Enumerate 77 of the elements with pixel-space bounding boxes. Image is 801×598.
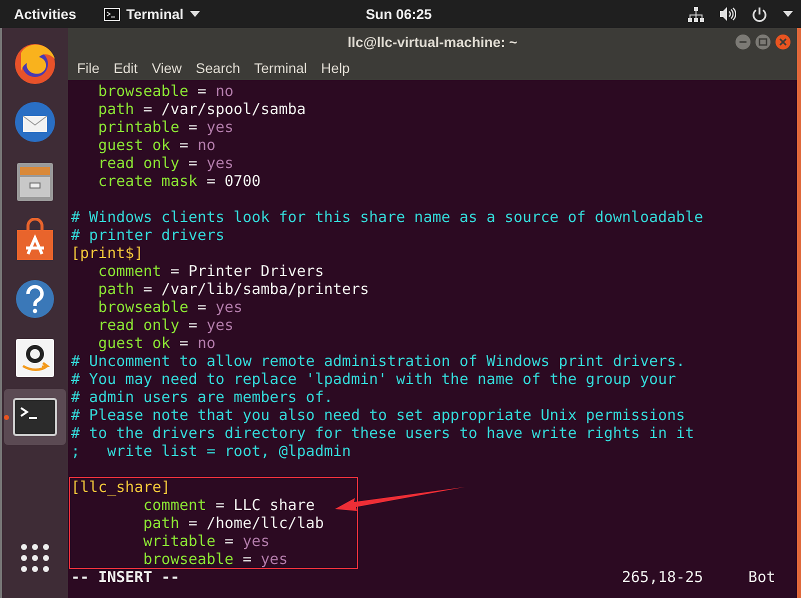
code-text: = (178, 334, 190, 352)
code-text: browseable (97, 82, 188, 100)
code-text: # to the drivers directory for these users to have write rights in it (71, 424, 694, 442)
code-text: = (178, 136, 190, 154)
code-text: = /var/lib/samba/printers (142, 280, 370, 298)
menu-item[interactable]: Edit (106, 60, 145, 76)
code-text: yes (242, 532, 270, 550)
code-text: path (97, 280, 134, 298)
code-text: comment (97, 262, 162, 280)
code-text: browseable (97, 298, 188, 316)
code-text: # admin users are members of. (71, 388, 333, 406)
code-text: # printer drivers (71, 226, 225, 244)
globe-icon[interactable] (13, 41, 57, 85)
activities-button[interactable]: Activities (14, 6, 76, 22)
code-text: [print$] (71, 244, 144, 262)
code-text: yes (216, 298, 243, 316)
menu-item[interactable]: View (144, 60, 189, 76)
terminal-icon (104, 8, 120, 20)
code-text: # You may need to replace 'lpadmin' with the name of the group your (71, 370, 676, 388)
code-text: # Uncomment to allow remote administration of Windows print drivers. (71, 352, 686, 370)
code-text: guest ok (97, 136, 170, 154)
code-text: no (197, 136, 216, 154)
code-text: yes (206, 118, 234, 136)
code-text: = Printer Drivers (169, 262, 324, 280)
code-text: yes (206, 154, 234, 172)
mode-indicator: -- INSERT -- (71, 568, 180, 586)
code-text: = /var/spool/samba (142, 100, 306, 118)
code-text: # Windows clients look for this share name as a source of downloadable (71, 208, 704, 226)
code-text: = (187, 154, 198, 172)
caret-icon[interactable] (783, 11, 793, 17)
menu-item[interactable]: Terminal (247, 60, 314, 76)
network-icon[interactable] (688, 6, 704, 22)
app-menu-label[interactable]: Terminal (126, 6, 184, 22)
code-text: = LLC share (214, 496, 315, 514)
code-text: no (197, 334, 216, 352)
code-text: yes (206, 316, 234, 334)
menu-item[interactable]: File (70, 60, 107, 76)
clock[interactable]: Sun 06:25 (366, 6, 432, 22)
code-text: yes (260, 550, 288, 568)
code-text: [llc_share] (71, 478, 170, 496)
caret-icon[interactable] (190, 11, 200, 17)
terminal-icon[interactable] (13, 398, 57, 436)
code-text: read only (97, 154, 180, 172)
menu-item[interactable]: Search (188, 60, 248, 76)
code-text: = /home/llc/lab (187, 514, 324, 532)
code-text: = 0700 (205, 172, 261, 190)
running-dot (4, 415, 9, 420)
help-icon[interactable] (13, 277, 57, 321)
code-text: # Please note that you also need to set appropriate Unix permissions (71, 406, 686, 424)
code-text: = (196, 298, 208, 316)
code-text: create mask (97, 172, 198, 190)
menu-item[interactable]: Help (314, 60, 357, 76)
close-icon[interactable] (775, 34, 791, 50)
code-text: = (187, 118, 198, 136)
code-text: = (224, 532, 235, 550)
code-text: read only (97, 316, 180, 334)
code-text: guest ok (97, 334, 170, 352)
code-text: = (242, 550, 253, 568)
envelope-icon[interactable] (13, 100, 57, 144)
app-grid-icon[interactable] (20, 543, 50, 573)
code-text: = (196, 82, 208, 100)
code-text: = (187, 316, 198, 334)
code-text: no (216, 82, 234, 100)
power-icon[interactable] (752, 6, 767, 22)
cursor-position: 265,18-25 (622, 568, 704, 586)
volume-icon[interactable] (720, 7, 736, 21)
code-text: path (142, 514, 180, 532)
code-text: path (97, 100, 134, 118)
code-text: ; write list = root, @lpadmin (71, 442, 351, 460)
window-title: llc@llc-virtual-machine: ~ (348, 34, 518, 50)
code-text: printable (97, 118, 180, 136)
code-text: browseable (142, 550, 234, 568)
minimize-icon[interactable] (735, 34, 751, 50)
scroll-position: Bot (748, 568, 776, 586)
code-text: writable (142, 532, 216, 550)
maximize-icon[interactable] (755, 34, 771, 50)
code-text: comment (142, 496, 206, 514)
